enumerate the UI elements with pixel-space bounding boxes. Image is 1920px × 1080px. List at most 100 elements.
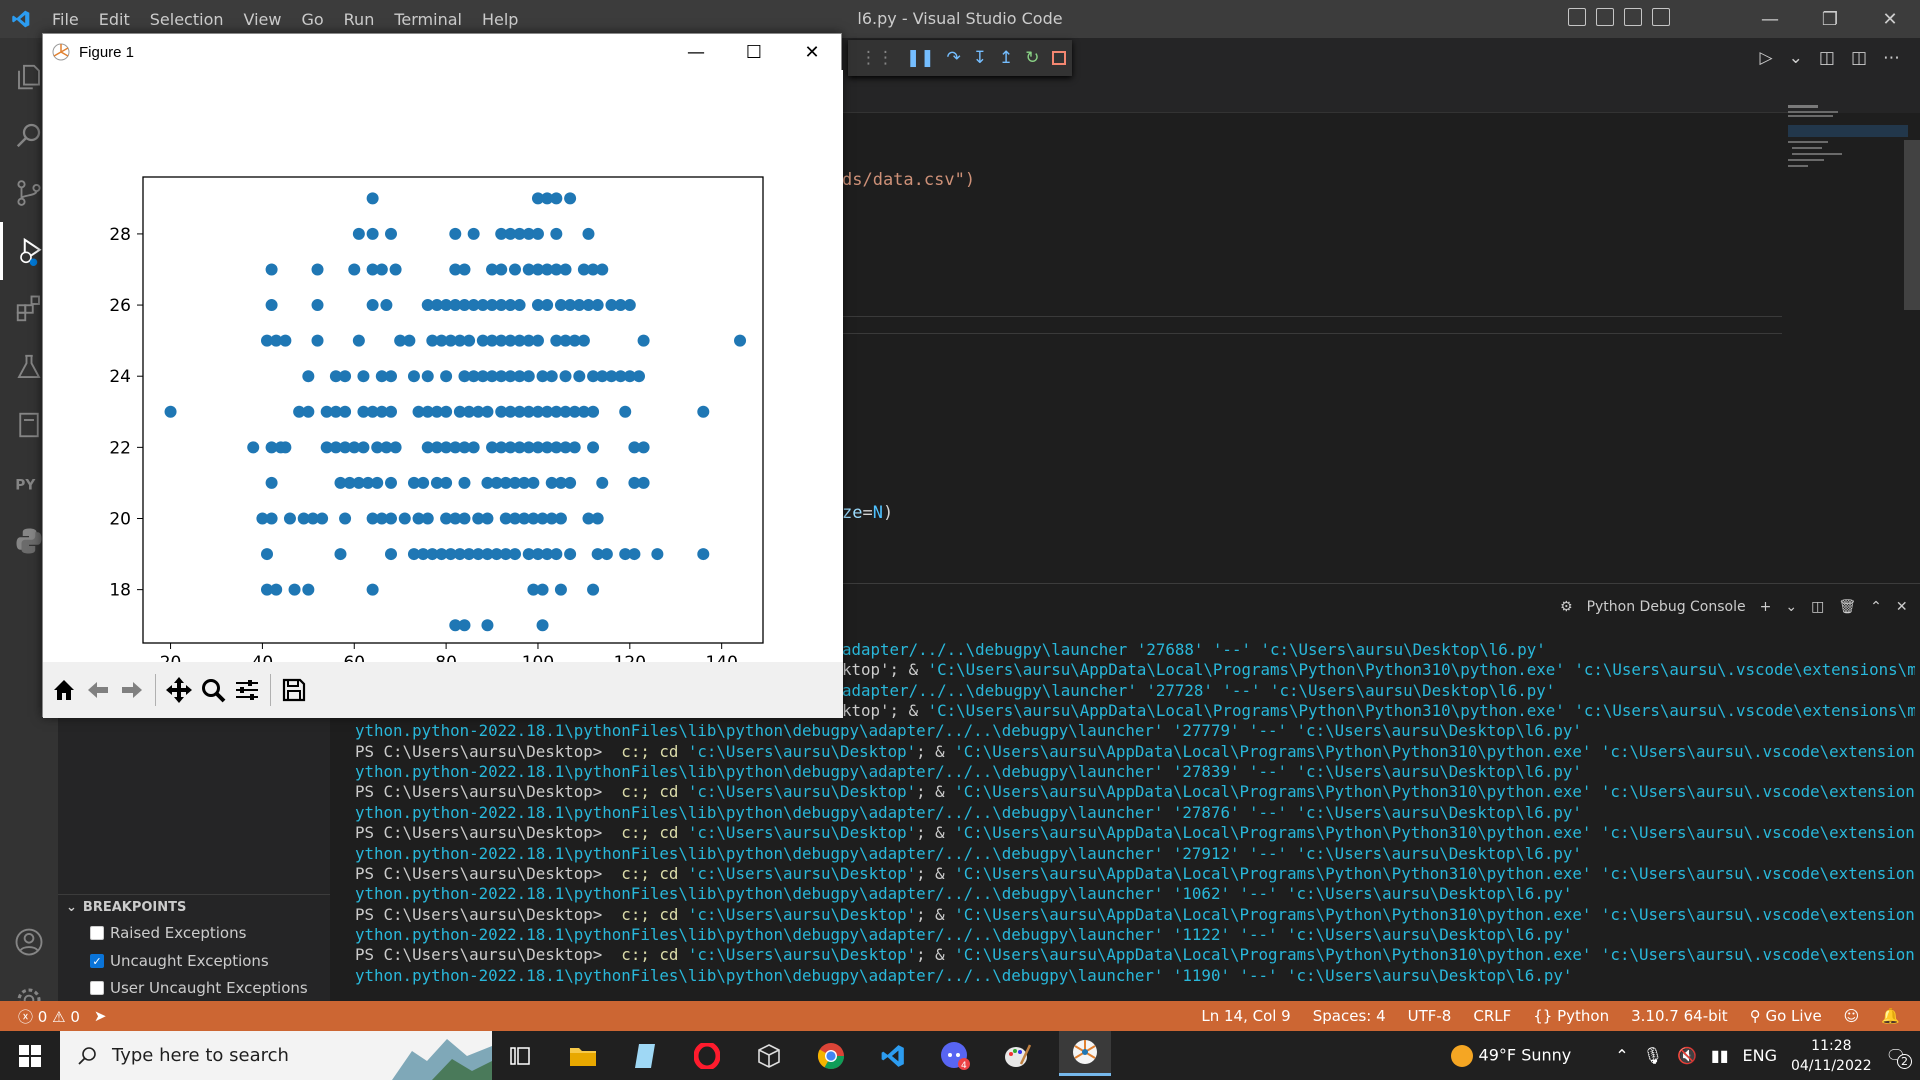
raised-exceptions-checkbox[interactable] [90, 926, 104, 940]
pan-move-icon[interactable] [162, 670, 196, 710]
chevron-down-icon[interactable]: ⌄ [1789, 48, 1803, 68]
menu-file[interactable]: File [42, 10, 89, 29]
python-figure-taskbar-icon[interactable] [1059, 1031, 1111, 1076]
figure-close-icon[interactable]: ✕ [783, 34, 841, 70]
indentation[interactable]: Spaces: 4 [1313, 1007, 1386, 1025]
toggle-panel-icon[interactable] [1596, 8, 1614, 26]
notifications-bell-icon[interactable]: 🔔 [1881, 1007, 1900, 1025]
chrome-icon[interactable] [811, 1036, 851, 1076]
home-icon[interactable] [47, 670, 81, 710]
user-uncaught-exceptions-checkbox[interactable] [90, 981, 104, 995]
taskbar-search-box[interactable]: Type here to search [60, 1031, 492, 1080]
menu-terminal[interactable]: Terminal [384, 10, 472, 29]
figure-canvas[interactable]: 20 40 60 80 100 120 140 18 20 22 24 26 28 [43, 70, 843, 673]
figure-maximize-icon[interactable]: ☐ [725, 34, 783, 70]
scatter-plot[interactable]: 20 40 60 80 100 120 140 18 20 22 24 26 28 [43, 70, 843, 673]
encoding[interactable]: UTF-8 [1408, 1007, 1452, 1025]
debug-status-icon[interactable]: ➤ [94, 1007, 107, 1025]
step-over-icon[interactable]: ↷ [947, 48, 961, 68]
zoom-magnifier-icon[interactable] [196, 670, 230, 710]
menu-view[interactable]: View [234, 10, 292, 29]
menu-go[interactable]: Go [291, 10, 333, 29]
problems-indicator[interactable]: ⓧ 0 ⚠ 0 [18, 1006, 80, 1027]
save-floppy-icon[interactable] [277, 670, 311, 710]
back-arrow-icon[interactable] [81, 670, 115, 710]
cursor-position[interactable]: Ln 14, Col 9 [1201, 1007, 1290, 1025]
chevron-down-icon[interactable]: ⌄ [1785, 599, 1797, 615]
end-of-line[interactable]: CRLF [1473, 1007, 1511, 1025]
data-point [536, 619, 549, 632]
weather-widget[interactable]: 49°F Sunny [1451, 1044, 1571, 1067]
run-python-file-icon[interactable]: ▷ [1760, 48, 1773, 68]
data-point [316, 512, 329, 525]
breakpoints-header[interactable]: ⌄ BREAKPOINTS [58, 894, 330, 920]
opera-icon[interactable] [687, 1036, 727, 1076]
language-label: Python [1557, 1007, 1610, 1025]
menu-help[interactable]: Help [472, 10, 528, 29]
microphone-icon[interactable]: 🎙 [1643, 1046, 1663, 1065]
minimize-icon[interactable]: — [1740, 0, 1800, 38]
toggle-sidebar-icon[interactable] [1568, 8, 1586, 26]
code-line-size[interactable]: ze=N) [842, 503, 893, 523]
code-line-read-csv[interactable]: ds/data.csv") [842, 170, 975, 190]
step-into-icon[interactable]: ↧ [973, 48, 987, 68]
trash-icon[interactable]: 🗑 [1838, 599, 1856, 615]
windows-start-icon[interactable] [0, 1031, 60, 1080]
step-out-icon[interactable]: ↥ [999, 48, 1013, 68]
stop-icon[interactable] [1051, 51, 1066, 65]
battery-icon[interactable]: ▮▮ [1711, 1046, 1729, 1065]
breakpoint-user-uncaught-exceptions[interactable]: User Uncaught Exceptions [90, 979, 308, 997]
close-icon[interactable]: ✕ [1860, 0, 1920, 38]
language-mode[interactable]: {} Python [1533, 1007, 1609, 1025]
terminal-line: ython.python-2022.18.1\pythonFiles\lib\p… [355, 925, 1915, 944]
drag-handle-icon[interactable]: ⋮⋮ [860, 48, 894, 68]
restart-icon[interactable]: ↻ [1025, 48, 1039, 68]
notification-center-icon[interactable]: 🗨 2 [1886, 1046, 1912, 1069]
input-language[interactable]: ENG [1743, 1046, 1777, 1065]
go-live-button[interactable]: ⚲ Go Live [1750, 1007, 1822, 1025]
menu-selection[interactable]: Selection [140, 10, 234, 29]
data-point [591, 299, 604, 312]
data-point [407, 370, 420, 383]
menu-edit[interactable]: Edit [89, 10, 140, 29]
discord-icon[interactable]: 4 [935, 1036, 975, 1076]
customize-layout-icon[interactable] [1652, 8, 1670, 26]
task-view-icon[interactable] [500, 1036, 540, 1076]
paint-icon[interactable] [997, 1036, 1037, 1076]
menu-run[interactable]: Run [334, 10, 385, 29]
feedback-icon[interactable]: ☺ [1844, 1007, 1860, 1025]
data-point [467, 441, 480, 454]
maximize-panel-icon[interactable]: ⌃ [1870, 599, 1882, 615]
restore-icon[interactable]: ❐ [1800, 0, 1860, 38]
split-terminal-icon[interactable]: ◫ [1811, 599, 1824, 615]
clock[interactable]: 11:28 04/11/2022 [1791, 1036, 1872, 1076]
data-point [265, 476, 278, 489]
window-controls: — ❐ ✕ [1740, 0, 1920, 38]
figure-minimize-icon[interactable]: — [667, 34, 725, 70]
new-terminal-icon[interactable]: + [1760, 599, 1772, 615]
vscode-taskbar-icon[interactable] [873, 1036, 913, 1076]
notepad-icon[interactable] [625, 1036, 665, 1076]
show-hidden-icons-icon[interactable]: ⌃ [1615, 1046, 1628, 1065]
breakpoint-raised-exceptions[interactable]: Raised Exceptions [90, 924, 246, 942]
3d-viewer-icon[interactable] [749, 1036, 789, 1076]
open-preview-icon[interactable]: ◫ [1819, 48, 1835, 68]
breakpoint-uncaught-exceptions[interactable]: ✓ Uncaught Exceptions [90, 952, 269, 970]
editor-scrollbar[interactable] [1904, 140, 1920, 310]
data-point [600, 548, 613, 561]
file-explorer-icon[interactable] [563, 1036, 603, 1076]
figure-title-bar[interactable]: Figure 1 — ☐ ✕ [43, 34, 841, 70]
more-actions-icon[interactable]: ⋯ [1883, 48, 1900, 68]
forward-arrow-icon[interactable] [115, 670, 149, 710]
volume-muted-icon[interactable]: 🔇 [1677, 1046, 1697, 1065]
accounts-icon[interactable] [0, 913, 58, 971]
configure-subplots-icon[interactable] [230, 670, 264, 710]
toggle-secondary-sidebar-icon[interactable] [1624, 8, 1642, 26]
python-interpreter[interactable]: 3.10.7 64-bit [1631, 1007, 1728, 1025]
minimap[interactable] [1788, 105, 1908, 195]
close-panel-icon[interactable]: ✕ [1896, 599, 1908, 615]
pause-icon[interactable]: ❚❚ [906, 48, 935, 68]
terminal-name[interactable]: Python Debug Console [1587, 599, 1746, 615]
split-editor-icon[interactable]: ◫ [1851, 48, 1867, 68]
uncaught-exceptions-checkbox[interactable]: ✓ [90, 954, 104, 968]
